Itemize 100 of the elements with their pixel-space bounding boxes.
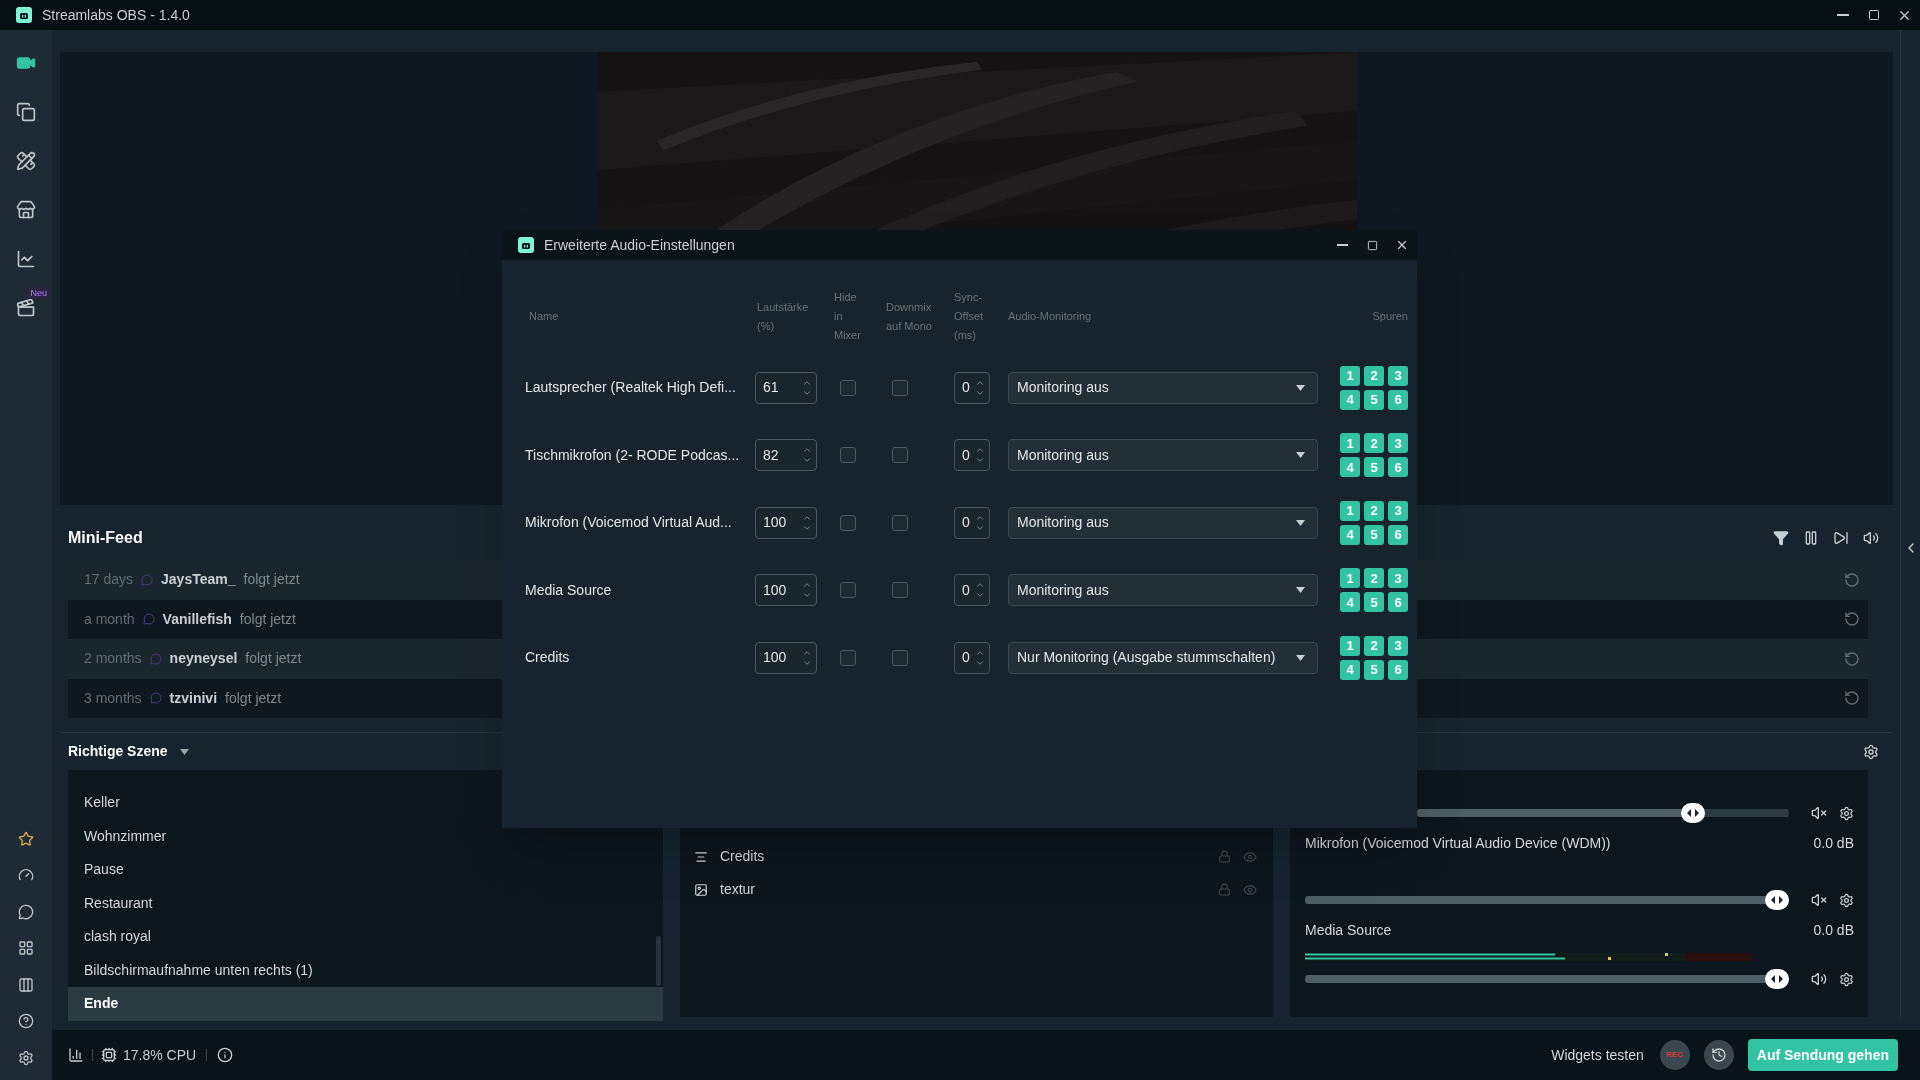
number-field[interactable]: 0 (954, 641, 990, 674)
muted-speaker-button[interactable] (1811, 805, 1827, 821)
muted-speaker-icon (1811, 892, 1827, 908)
settings-icon (1863, 743, 1879, 760)
track-toggle[interactable]: 5 (1364, 592, 1384, 613)
track-toggle[interactable]: 2 (1364, 500, 1384, 521)
track-toggle[interactable]: 5 (1364, 659, 1384, 680)
track-toggle[interactable]: 2 (1364, 635, 1384, 656)
track-toggle[interactable]: 6 (1388, 389, 1408, 410)
number-field[interactable]: 100 (755, 641, 817, 674)
column-header: Lautstärke (%) (756, 299, 810, 334)
replay-button[interactable] (1844, 690, 1860, 707)
scene-item[interactable]: Pause (68, 853, 663, 887)
column-header: Sync-Offset (ms) (954, 290, 985, 343)
monitoring-dropdown[interactable]: Monitoring aus (1008, 439, 1318, 472)
hide-checkbox[interactable] (840, 379, 856, 396)
mono-checkbox[interactable] (892, 379, 908, 396)
track-toggle[interactable]: 4 (1340, 524, 1360, 545)
number-field[interactable]: 0 (954, 439, 990, 472)
scene-item[interactable]: Ende (68, 987, 663, 1021)
event-action: folgt jetzt (239, 609, 296, 629)
star-icon (18, 830, 34, 847)
muted-speaker-button[interactable] (1811, 892, 1827, 908)
scene-item[interactable]: Wohnzimmer (68, 819, 663, 853)
track-toggle[interactable]: 4 (1340, 659, 1360, 680)
track-toggle[interactable]: 1 (1340, 568, 1360, 589)
replay-button[interactable] (1844, 611, 1860, 628)
hide-checkbox[interactable] (840, 514, 856, 531)
monitoring-dropdown[interactable]: Nur Monitoring (Ausgabe stummschalten) (1008, 641, 1318, 674)
track-toggle[interactable]: 3 (1388, 635, 1408, 656)
pause-button[interactable] (1803, 529, 1819, 546)
column-header: Name (528, 309, 560, 324)
track-toggle[interactable]: 1 (1340, 635, 1360, 656)
slider-thumb[interactable] (1765, 890, 1789, 910)
track-toggle[interactable]: 6 (1388, 659, 1408, 680)
column-header: Hide in Mixer (834, 290, 862, 343)
source-settings-button[interactable] (1839, 805, 1854, 821)
record-button[interactable]: REC (1659, 1040, 1690, 1070)
stats-button[interactable] (68, 1047, 84, 1063)
track-toggle[interactable]: 3 (1388, 500, 1408, 521)
mono-checkbox[interactable] (892, 447, 908, 464)
track-toggle[interactable]: 6 (1388, 592, 1408, 613)
nav-button[interactable]: Neu (0, 283, 52, 332)
number-field[interactable]: 0 (954, 574, 990, 607)
cpu-usage: 17.8% CPU (123, 1045, 197, 1065)
track-toggle[interactable]: 4 (1340, 592, 1360, 613)
track-toggle[interactable]: 3 (1388, 433, 1408, 454)
mixer-settings-button[interactable] (1863, 743, 1879, 760)
track-toggle[interactable]: 1 (1340, 433, 1360, 454)
track-toggle[interactable]: 5 (1364, 389, 1384, 410)
caret-icon (1296, 654, 1305, 661)
number-field[interactable]: 100 (755, 506, 817, 539)
scene-collection-dropdown[interactable] (179, 748, 189, 755)
monitoring-dropdown[interactable]: Monitoring aus (1008, 574, 1318, 607)
widgets-test-link[interactable]: Widgets testen (1551, 1044, 1644, 1066)
replay-buffer-button[interactable] (1703, 1040, 1734, 1070)
track-toggle[interactable]: 4 (1340, 389, 1360, 410)
monitoring-dropdown[interactable]: Monitoring aus (1008, 371, 1318, 404)
track-toggle[interactable]: 3 (1388, 365, 1408, 386)
monitoring-dropdown[interactable]: Monitoring aus (1008, 506, 1318, 539)
caret-icon (1296, 384, 1305, 391)
scene-item[interactable]: Bildschirmaufnahme unten rechts (1) (68, 953, 663, 987)
track-toggle[interactable]: 5 (1364, 457, 1384, 478)
track-toggle[interactable]: 2 (1364, 433, 1384, 454)
filter-button[interactable] (1773, 529, 1789, 546)
number-field[interactable]: 82 (755, 439, 817, 472)
mono-checkbox[interactable] (892, 514, 908, 531)
number-field[interactable]: 61 (755, 371, 817, 404)
info-button[interactable] (217, 1047, 234, 1063)
replay-button[interactable] (1844, 650, 1860, 667)
track-toggle[interactable]: 2 (1364, 365, 1384, 386)
mono-checkbox[interactable] (892, 649, 908, 666)
track-toggle[interactable]: 1 (1340, 500, 1360, 521)
source-settings-button[interactable] (1839, 892, 1854, 908)
volume-button[interactable] (1863, 529, 1879, 546)
mono-checkbox[interactable] (892, 582, 908, 599)
number-field[interactable]: 0 (954, 371, 990, 404)
replay-button[interactable] (1844, 571, 1860, 588)
number-field[interactable]: 0 (954, 506, 990, 539)
track-toggle[interactable]: 4 (1340, 457, 1360, 478)
scene-item[interactable]: Restaurant (68, 886, 663, 920)
track-toggle[interactable]: 2 (1364, 568, 1384, 589)
source-settings-button[interactable] (1839, 971, 1854, 987)
track-toggle[interactable]: 5 (1364, 524, 1384, 545)
hide-checkbox[interactable] (840, 447, 856, 464)
scene-item[interactable]: clash royal (68, 920, 663, 954)
track-toggle[interactable]: 6 (1388, 524, 1408, 545)
store-icon (16, 199, 36, 220)
slider-thumb[interactable] (1765, 969, 1789, 989)
go-live-button[interactable]: Auf Sendung gehen (1747, 1039, 1898, 1071)
slider-thumb[interactable] (1681, 803, 1706, 823)
arrows-icon (1687, 809, 1700, 817)
speaker-button[interactable] (1811, 971, 1827, 987)
number-field[interactable]: 100 (755, 574, 817, 607)
hide-checkbox[interactable] (840, 649, 856, 666)
track-toggle[interactable]: 1 (1340, 365, 1360, 386)
track-toggle[interactable]: 6 (1388, 457, 1408, 478)
track-toggle[interactable]: 3 (1388, 568, 1408, 589)
hide-checkbox[interactable] (840, 582, 856, 599)
skip-button[interactable] (1833, 529, 1849, 546)
